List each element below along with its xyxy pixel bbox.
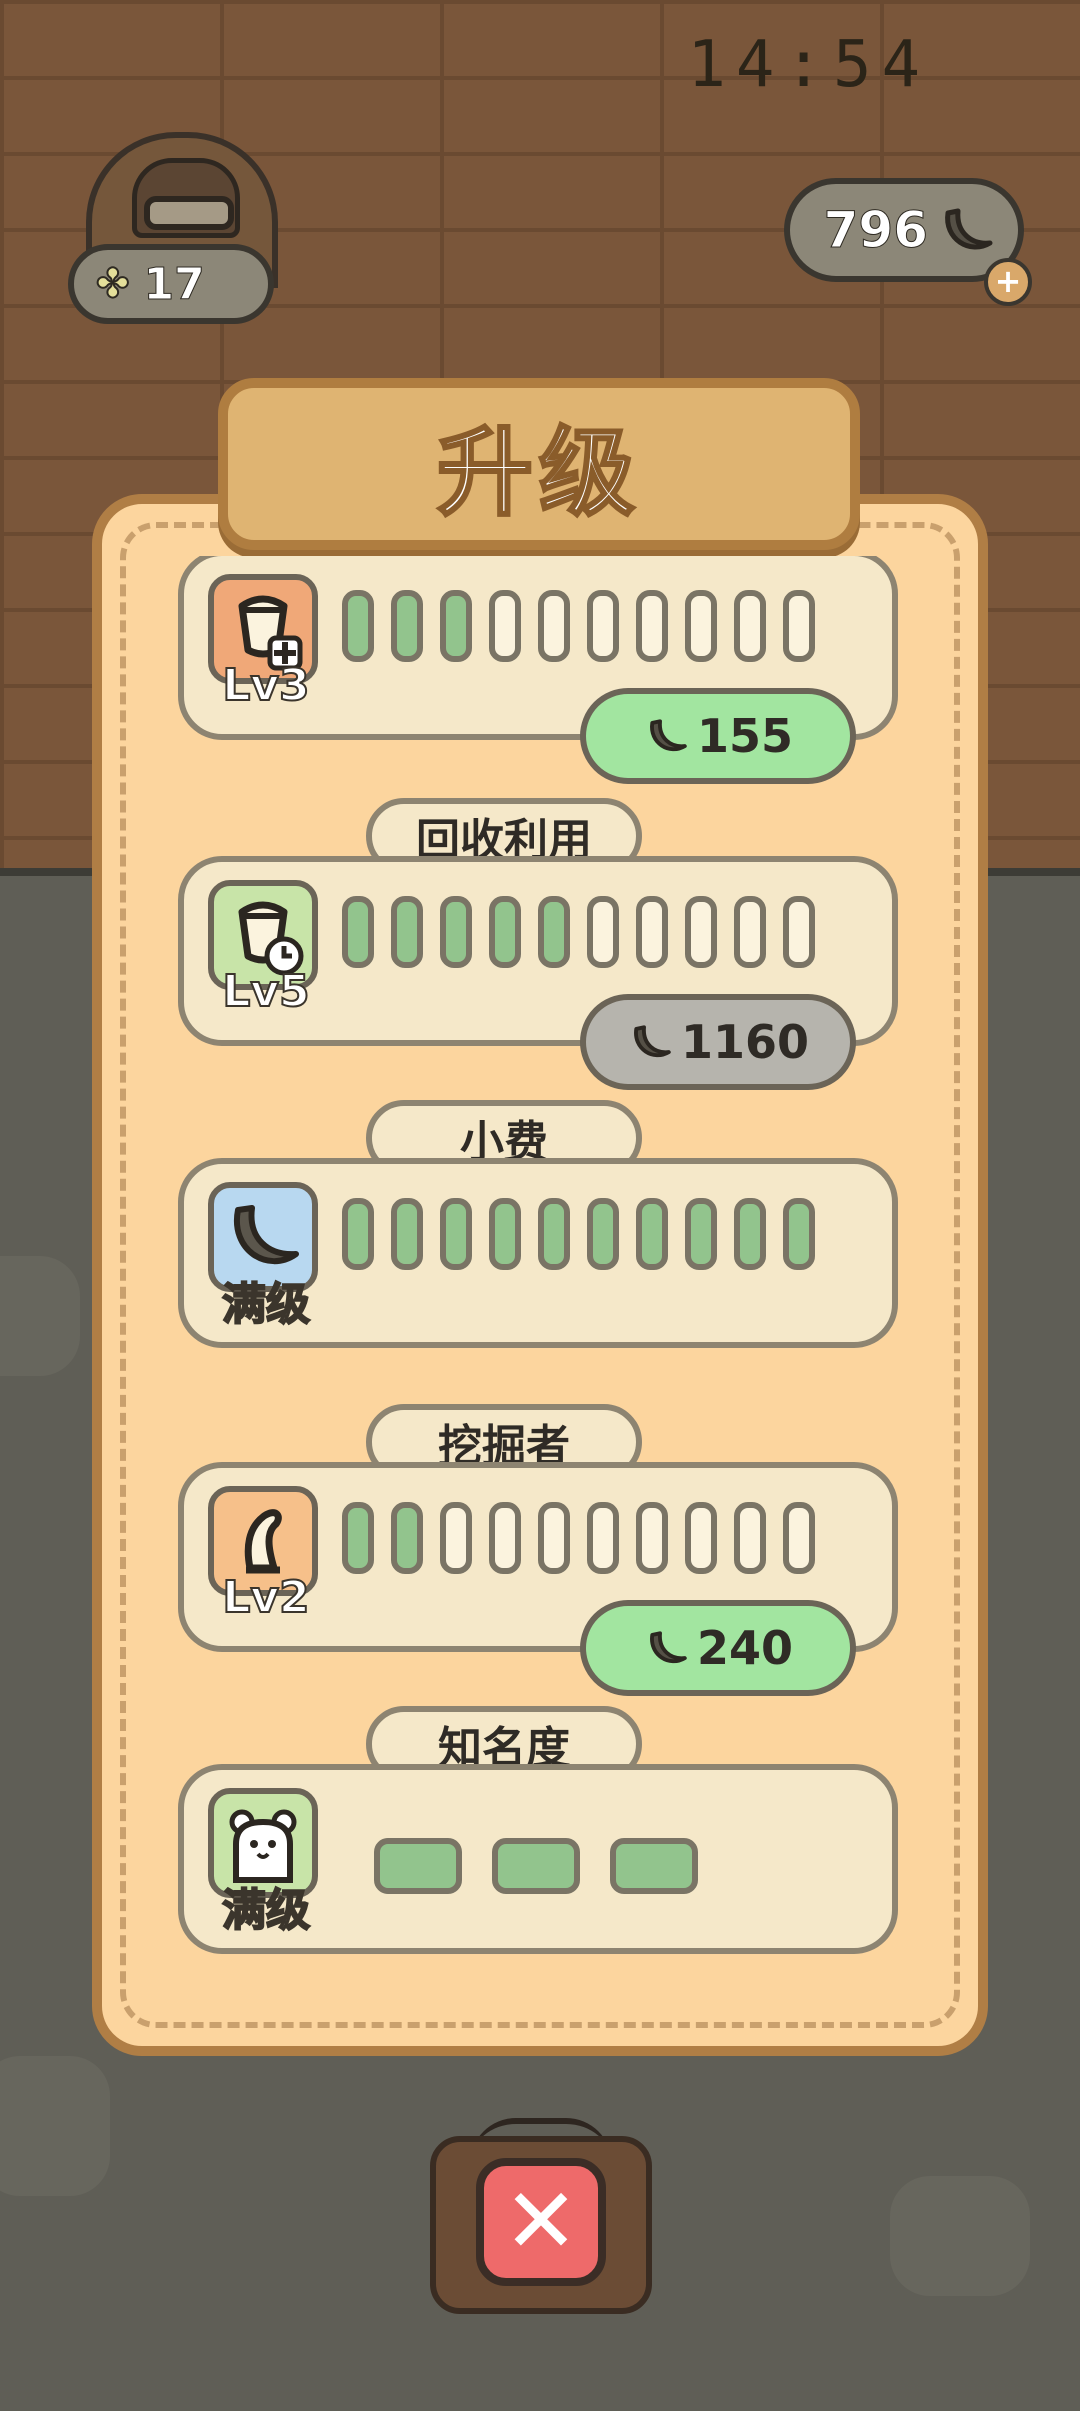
progress-segment — [636, 1502, 668, 1574]
upgrade-cost-button[interactable]: 1160 — [580, 994, 856, 1090]
progress-segment — [587, 896, 619, 968]
clock-time: 14:54 — [687, 28, 930, 102]
progress-segment — [489, 1198, 521, 1270]
close-icon: ✕ — [503, 2169, 579, 2274]
panel-title: 升级 — [436, 415, 641, 530]
progress-segment — [685, 590, 717, 662]
progress-segment — [391, 896, 423, 968]
progress-segment — [342, 1502, 374, 1574]
upgrade-card: Lv5 1160 — [178, 856, 898, 1090]
progress-segment — [538, 590, 570, 662]
level-progress — [342, 590, 815, 662]
progress-segment — [636, 590, 668, 662]
banana-icon — [945, 208, 993, 250]
progress-segment — [587, 1502, 619, 1574]
progress-segment — [636, 896, 668, 968]
progress-segment — [783, 896, 815, 968]
upgrade-card: Lv3 155 — [178, 556, 898, 784]
progress-segment — [440, 896, 472, 968]
progress-segment — [391, 1198, 423, 1270]
progress-segment — [440, 1502, 472, 1574]
level-label: Lv5 — [221, 965, 310, 1018]
progress-segment — [587, 590, 619, 662]
clover-counter[interactable]: ✤ 17 — [68, 244, 274, 324]
progress-segment — [342, 896, 374, 968]
progress-segment — [685, 896, 717, 968]
progress-segment — [538, 1502, 570, 1574]
level-label: 满级 — [221, 1278, 311, 1331]
upgrade-cost-button[interactable]: 240 — [580, 1600, 856, 1696]
level-progress — [342, 1502, 815, 1574]
clover-count: 17 — [143, 258, 205, 310]
progress-segment — [636, 1198, 668, 1270]
progress-segment — [783, 590, 815, 662]
progress-segment — [734, 590, 766, 662]
level-label: Lv3 — [221, 659, 310, 712]
floor-shadow — [0, 1256, 80, 1376]
level-progress — [342, 1198, 815, 1270]
progress-segment — [492, 1838, 580, 1894]
progress-segment — [342, 1198, 374, 1270]
progress-segment — [734, 1502, 766, 1574]
upgrade-cost: 155 — [696, 709, 794, 763]
progress-segment — [685, 1198, 717, 1270]
banana-icon — [634, 1025, 671, 1058]
progress-segment — [342, 590, 374, 662]
progress-segment — [685, 1502, 717, 1574]
progress-segment — [374, 1838, 462, 1894]
progress-segment — [489, 1502, 521, 1574]
upgrade-cost-button[interactable]: 155 — [580, 688, 856, 784]
progress-segment — [783, 1502, 815, 1574]
progress-segment — [440, 590, 472, 662]
progress-segment — [587, 1198, 619, 1270]
progress-segment — [391, 1502, 423, 1574]
upgrade-card: 满级 — [178, 1764, 898, 1954]
upgrade-list[interactable]: Lv3 155 回收利用 Lv5 1160 小费 满级 挖掘者 Lv2 240 知名度 满级 — [150, 556, 930, 2006]
banana-icon — [650, 719, 687, 752]
progress-segment — [538, 1198, 570, 1270]
progress-segment — [783, 1198, 815, 1270]
progress-segment — [538, 896, 570, 968]
add-currency-button[interactable]: + — [984, 258, 1032, 306]
level-label: Lv2 — [221, 1571, 310, 1624]
progress-segment — [489, 590, 521, 662]
banana-icon — [650, 1631, 687, 1664]
upgrade-card: 满级 — [178, 1158, 898, 1348]
glasses-icon — [144, 196, 234, 230]
progress-segment — [391, 590, 423, 662]
clover-icon: ✤ — [95, 260, 130, 308]
progress-segment — [610, 1838, 698, 1894]
level-progress — [342, 896, 815, 968]
upgrade-card: Lv2 240 — [178, 1462, 898, 1696]
close-button[interactable]: ✕ — [476, 2158, 606, 2286]
floor-shadow — [890, 2176, 1030, 2296]
progress-segment — [440, 1198, 472, 1270]
upgrade-cost: 240 — [696, 1621, 794, 1675]
progress-segment — [489, 896, 521, 968]
progress-segment — [734, 1198, 766, 1270]
upgrade-cost: 1160 — [680, 1015, 810, 1069]
banana-count: 796 — [823, 201, 928, 260]
progress-segment — [734, 896, 766, 968]
level-progress — [374, 1838, 698, 1894]
level-label: 满级 — [221, 1884, 311, 1937]
title-plaque: 升级 — [218, 378, 860, 550]
floor-shadow — [0, 2056, 110, 2196]
